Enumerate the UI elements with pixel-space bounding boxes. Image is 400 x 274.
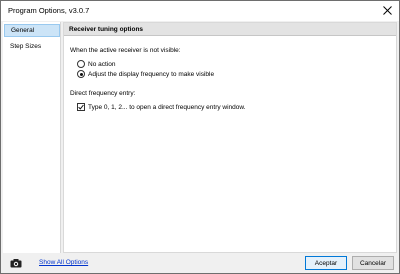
no-action-radio[interactable]: No action: [77, 60, 115, 68]
direct-entry-checkbox-label: Type 0, 1, 2... to open a direct frequen…: [88, 103, 246, 111]
section-header: Receiver tuning options: [64, 23, 396, 36]
sidebar-item-label: Step Sizes: [10, 43, 42, 50]
close-button[interactable]: [379, 3, 395, 18]
direct-entry-checkbox[interactable]: Type 0, 1, 2... to open a direct frequen…: [77, 103, 246, 111]
title-bar: Program Options, v3.0.7: [1, 1, 399, 21]
show-all-options-link[interactable]: Show All Options: [39, 259, 88, 266]
not-visible-label: When the active receiver is not visible:: [70, 47, 181, 54]
sidebar-item-step-sizes[interactable]: Step Sizes: [4, 40, 60, 53]
radio-indicator[interactable]: [77, 60, 85, 68]
no-action-label: No action: [88, 60, 116, 68]
options-panel: Receiver tuning options When the active …: [63, 22, 397, 253]
camera-icon[interactable]: [10, 258, 22, 268]
sidebar-item-label: General: [11, 27, 35, 34]
close-icon: [382, 6, 392, 15]
checkbox-indicator[interactable]: [77, 103, 85, 111]
checkmark-icon: [78, 104, 84, 110]
direct-entry-label: Direct frequency entry:: [70, 90, 136, 97]
accept-button[interactable]: Aceptar: [305, 256, 347, 270]
footer-bar: Show All Options Aceptar Cancelar: [1, 253, 399, 273]
program-options-window: Program Options, v3.0.7 General Step Siz…: [0, 0, 400, 274]
sidebar-item-general[interactable]: General: [4, 24, 60, 37]
adjust-display-label: Adjust the display frequency to make vis…: [88, 70, 215, 78]
window-title: Program Options, v3.0.7: [8, 6, 90, 15]
sidebar: General Step Sizes: [3, 22, 61, 253]
cancel-button[interactable]: Cancelar: [352, 256, 394, 270]
radio-indicator[interactable]: [77, 70, 85, 78]
adjust-display-radio[interactable]: Adjust the display frequency to make vis…: [77, 70, 214, 78]
